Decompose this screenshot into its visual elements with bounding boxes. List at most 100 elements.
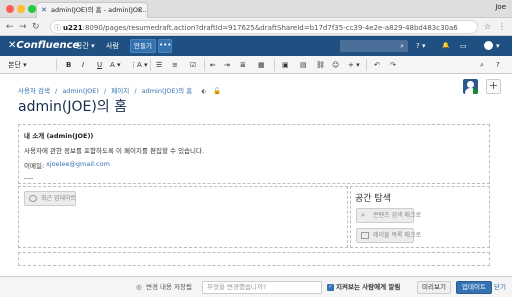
email-link[interactable]: xjoelee@gmail.com [46,160,110,168]
underline-button[interactable]: U [97,56,102,74]
space-explore-heading: 공간 탐색 [355,194,391,204]
mention-icon[interactable]: ☺ [332,56,339,74]
create-more-button[interactable]: ••• [158,39,172,53]
more-insert-icon[interactable]: + ▾ [348,56,360,74]
toolbar-divider [274,59,275,71]
browser-profile[interactable]: Joe [495,3,506,11]
url-field[interactable]: ⓘ u221:8090/pages/resumedraft.action?dra… [50,20,478,34]
breadcrumb-home[interactable]: admin(JOE)의 홈 [142,87,193,95]
bell-icon[interactable]: 🔔 [442,36,449,56]
italic-button[interactable]: I [82,56,84,74]
close-button[interactable]: 닫기 [494,277,506,298]
forward-icon[interactable]: → [19,21,27,33]
reload-icon[interactable]: ↻ [32,21,40,33]
url-path: :8090/pages/resumedraft.action?draftId=9… [82,24,458,32]
tab-title: admin(JOE)의 홈 - admin(JOE... [51,6,148,14]
email-label: 이메일: [24,162,45,170]
horizontal-rule-text: ---- [24,174,34,182]
site-info-icon[interactable]: ⓘ [54,21,61,33]
layout-icon[interactable]: ▦ [258,56,265,74]
link-icon[interactable]: ⛓ [316,56,325,74]
avatar[interactable] [463,79,478,94]
breadcrumb: 사용자 검색 / admin(JOE) / 페이지 / admin(JOE)의 … [18,85,224,95]
browser-tab[interactable]: ✕ admin(JOE)의 홈 - admin(JOE... × [36,2,148,18]
create-button[interactable]: 만들기 [130,39,156,53]
confluence-logo[interactable]: ✕Confluence [8,36,79,56]
breadcrumb-user-search[interactable]: 사용자 검색 [18,87,50,95]
close-window-button[interactable] [6,5,14,13]
redo-icon[interactable]: ↷ [390,56,396,74]
spaces-menu[interactable]: 공간 ▾ [76,36,95,56]
editor-toolbar: 본단 ▾ B I U A ▾ ⋮A ▾ ☰ ≡ ☑ ⇤ ⇥ ≣ ▦ ▣ ▤ ⛓ … [0,56,512,74]
clock-icon [29,195,37,202]
user-avatar-icon[interactable] [484,41,493,50]
add-collaborator-button[interactable]: + [486,79,501,94]
text-color-button[interactable]: A ▾ [110,56,121,74]
confluence-favicon-icon: ✕ [41,6,47,14]
task-list-icon[interactable]: ☑ [190,56,196,74]
magnifier-icon: ⌕ [361,211,365,219]
help-menu[interactable]: ? ▾ [416,36,425,56]
url-host: u221 [63,24,83,32]
browser-tab-bar: ✕ admin(JOE)의 홈 - admin(JOE... × Joe [0,0,512,18]
notify-watchers-label[interactable]: 지켜보는 사람에게 알림 [336,277,400,298]
confluence-header: ✕Confluence 공간 ▾ 사람 만들기 ••• ⌕ ? ▾ 🔔 ▭ ▾ [0,36,512,56]
preview-button[interactable]: 미리보기 [417,281,451,294]
breadcrumb-separator: / [134,87,137,95]
empty-section[interactable] [18,252,490,266]
recent-updates-macro-label: 최근 업데이트 [41,195,77,202]
avatar-head-icon [467,81,474,88]
back-icon[interactable]: ← [6,21,14,33]
intro-section[interactable]: 내 소개 (admin(JOE)) 사용자에 관한 정보를 포함하도록 이 페이… [18,124,490,184]
more-formatting-button[interactable]: ⋮A ▾ [130,56,148,74]
maximize-window-button[interactable] [28,5,36,13]
lock-icon[interactable]: 🔓 [213,87,221,95]
notify-watchers-checkbox[interactable]: ✓ [327,284,334,291]
minimize-window-button[interactable] [17,5,25,13]
recent-updates-macro[interactable]: 최근 업데이트 [24,191,76,206]
user-menu-chevron-icon[interactable]: ▾ [496,36,500,56]
inbox-icon[interactable]: ▭ [460,36,467,56]
undo-icon[interactable]: ↶ [374,56,380,74]
search-icon: ⌕ [400,42,404,50]
table-icon[interactable]: ▤ [300,56,307,74]
label-list-macro[interactable]: 레이블 목록 매크로 [356,228,421,243]
list-icon [361,232,369,239]
browser-menu-icon[interactable]: ⋮ [498,21,506,33]
breadcrumb-separator: / [55,87,58,95]
toolbar-divider [56,59,57,71]
update-button[interactable]: 업데이트 [456,281,492,294]
presence-badge [473,89,478,94]
align-left-icon[interactable]: ≣ [240,56,246,74]
change-message-input[interactable]: 무엇을 변경했습니까? [202,281,322,294]
browser-address-bar-row: ← → ↻ ⓘ u221:8090/pages/resumedraft.acti… [0,18,512,36]
image-icon[interactable]: ▣ [282,56,289,74]
numbered-list-icon[interactable]: ≡ [172,56,178,74]
toolbar-divider [150,59,151,71]
space-explore-column[interactable]: 공간 탐색 ⌕ 콘텐츠 검색 매크로 레이블 목록 매크로 [350,186,490,248]
paragraph-format-select[interactable]: 본단 ▾ [8,56,27,74]
tab-close-icon[interactable]: × [137,3,143,18]
bookmark-star-icon[interactable]: ☆ [484,21,491,33]
people-link[interactable]: 사람 [106,36,119,56]
editor-help-icon[interactable]: ? [496,56,500,74]
intro-text: 사용자에 관한 정보를 포함하도록 이 페이지를 편집할 수 있습니다. [24,147,205,155]
content-search-macro[interactable]: ⌕ 콘텐츠 검색 매크로 [356,208,421,223]
bullet-list-icon[interactable]: ☰ [156,56,162,74]
find-replace-icon[interactable]: ⌕ [480,56,484,74]
toolbar-divider [366,59,367,71]
breadcrumb-pages[interactable]: 페이지 [111,87,129,95]
breadcrumb-admin[interactable]: admin(JOE) [62,87,99,95]
label-tag-icon[interactable]: ⬖ [201,87,206,95]
toolbar-divider [204,59,205,71]
outdent-icon[interactable]: ⇤ [210,56,216,74]
indent-icon[interactable]: ⇥ [224,56,230,74]
header-search-input[interactable]: ⌕ [340,40,408,52]
logo-text: Confluence [16,40,80,51]
page-title[interactable]: admin(JOE)의 홈 [18,96,127,116]
label-list-macro-label: 레이블 목록 매크로 [373,232,421,239]
bold-button[interactable]: B [66,56,71,74]
recent-updates-column[interactable]: 최근 업데이트 [18,186,348,248]
intro-heading: 내 소개 (admin(JOE)) [24,132,94,140]
content-search-macro-label: 콘텐츠 검색 매크로 [373,212,421,219]
